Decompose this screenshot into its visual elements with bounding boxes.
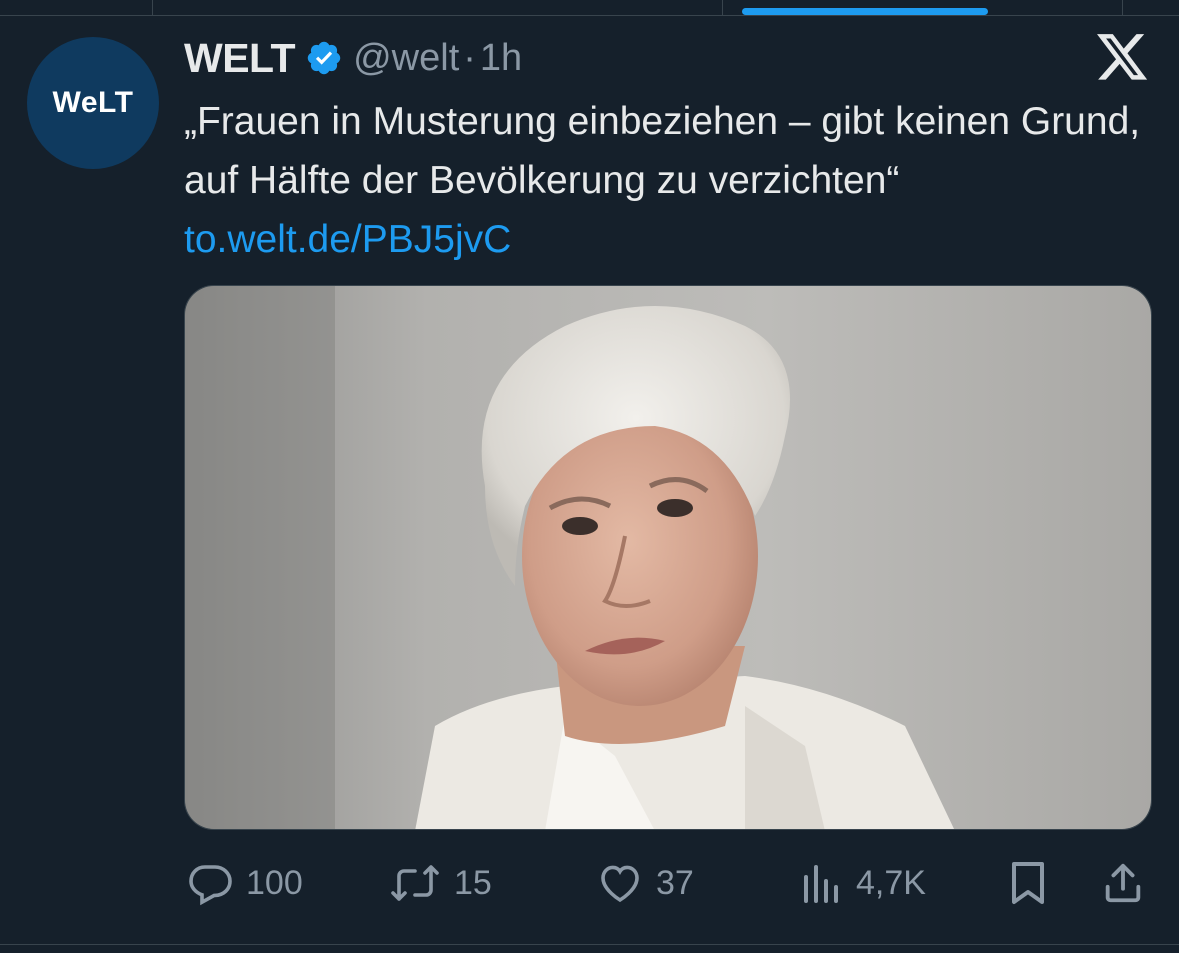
- tweet-body: „Frauen in Musterung einbeziehen – gibt …: [184, 100, 1141, 202]
- bottom-divider: [0, 944, 1179, 945]
- x-logo-icon[interactable]: [1097, 34, 1149, 82]
- tweet-header: WELT @welt · 1h: [184, 34, 522, 82]
- share-icon: [1105, 863, 1141, 903]
- tweet-image[interactable]: [184, 285, 1152, 830]
- like-heart-icon: [601, 865, 639, 903]
- verified-badge-icon: [307, 41, 341, 75]
- repost-count: 15: [454, 863, 492, 902]
- repost-icon: [391, 865, 439, 901]
- views-chart-icon: [804, 865, 838, 903]
- top-divider: [0, 15, 1179, 16]
- like-count: 37: [656, 863, 694, 902]
- views-count: 4,7K: [856, 863, 926, 902]
- avatar-logo: WeLT: [52, 86, 134, 119]
- reply-icon: [189, 865, 232, 906]
- like-button[interactable]: 37: [596, 855, 694, 911]
- action-bar: 100 15 37 4,7K: [0, 855, 1179, 911]
- author-name[interactable]: WELT: [184, 35, 296, 82]
- bookmark-icon: [1012, 862, 1044, 904]
- avatar[interactable]: WeLT: [27, 37, 159, 169]
- tweet-text: „Frauen in Musterung einbeziehen – gibt …: [184, 92, 1164, 269]
- tweet-card: WeLT WELT @welt · 1h „Frauen in Musterun…: [0, 0, 1179, 953]
- author-handle[interactable]: @welt: [353, 37, 459, 80]
- reply-count: 100: [246, 863, 303, 902]
- right-eye: [657, 499, 693, 517]
- bookmark-button[interactable]: [1006, 855, 1050, 911]
- meta-separator: ·: [463, 36, 476, 79]
- scroll-indicator: [742, 8, 988, 15]
- repost-button[interactable]: 15: [388, 855, 492, 911]
- photo-shadow: [185, 286, 335, 829]
- top-divider-tick: [722, 0, 723, 15]
- share-button[interactable]: [1100, 855, 1146, 911]
- top-divider-tick: [1122, 0, 1123, 15]
- views-button[interactable]: 4,7K: [800, 855, 926, 911]
- reply-button[interactable]: 100: [186, 855, 303, 911]
- tweet-link[interactable]: to.welt.de/PBJ5jvC: [184, 218, 511, 261]
- left-eye: [562, 517, 598, 535]
- tweet-timestamp[interactable]: 1h: [480, 37, 522, 80]
- portrait-photo: [185, 286, 1151, 829]
- top-divider-tick: [152, 0, 153, 15]
